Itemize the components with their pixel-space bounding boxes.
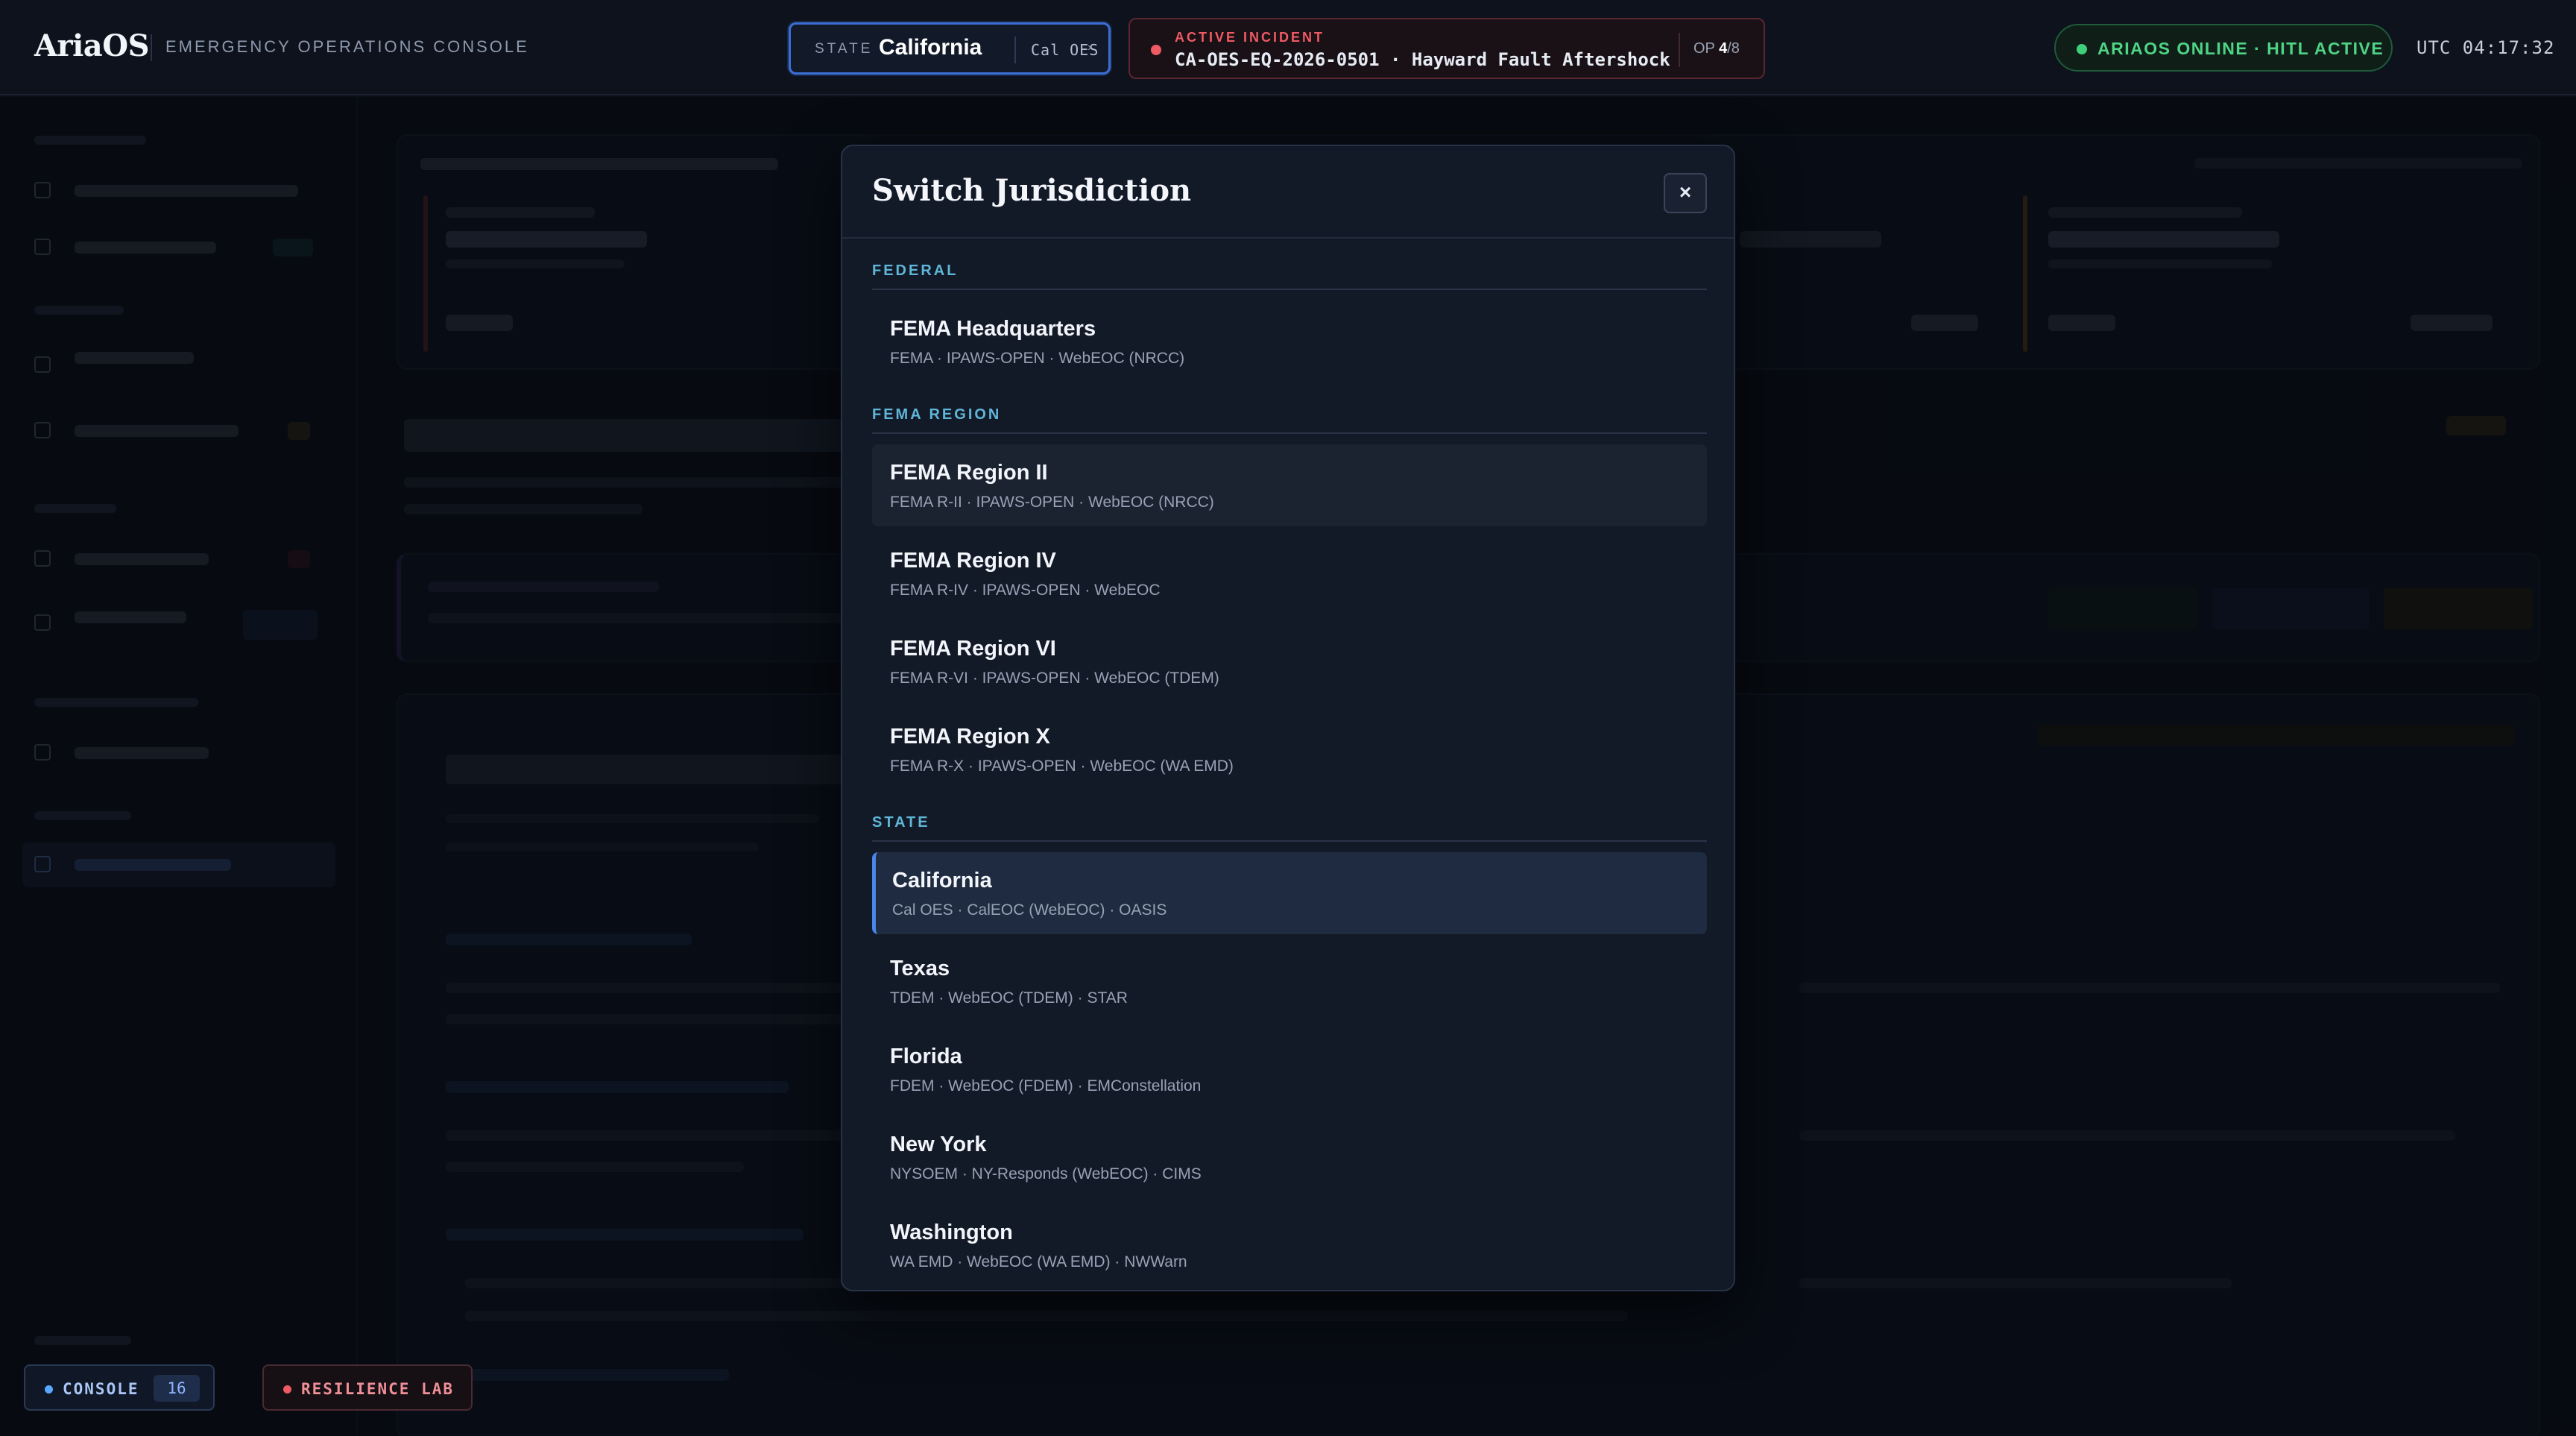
chevron-right-icon: › (1087, 41, 1092, 54)
utc-clock: UTC 04:17:32 (2416, 37, 2555, 58)
option-name: FEMA Region IV (890, 549, 1056, 573)
jurisdiction-option-fema-region-ii[interactable]: FEMA Region II FEMA R-II · IPAWS-OPEN · … (872, 444, 1707, 526)
option-name: California (892, 869, 992, 892)
jurisdiction-list: FEDERAL FEMA Headquarters FEMA · IPAWS-O… (872, 239, 1707, 1290)
console-label: CONSOLE (63, 1380, 139, 1398)
jurisdiction-option-florida[interactable]: Florida FDEM · WebEOC (FDEM) · EMConstel… (872, 1028, 1707, 1110)
option-meta: TDEM · WebEOC (TDEM) · STAR (890, 989, 1128, 1007)
option-name: New York (890, 1133, 987, 1156)
close-icon[interactable]: × (1664, 173, 1707, 213)
console-dot (45, 1385, 53, 1394)
jurisdiction-option-new-york[interactable]: New York NYSOEM · NY-Responds (WebEOC) ·… (872, 1116, 1707, 1198)
option-meta: FEMA R-VI · IPAWS-OPEN · WebEOC (TDEM) (890, 670, 1219, 687)
jurisdiction-option-washington[interactable]: Washington WA EMD · WebEOC (WA EMD) · NW… (872, 1204, 1707, 1286)
console-button[interactable]: CONSOLE 16 (24, 1364, 215, 1411)
active-incident-banner[interactable]: ACTIVE INCIDENT CA-OES-EQ-2026-0501 · Ha… (1128, 18, 1765, 79)
option-meta: NYSOEM · NY-Responds (WebEOC) · CIMS (890, 1165, 1202, 1183)
state-value: California (879, 35, 982, 60)
option-name: FEMA Headquarters (890, 317, 1096, 341)
option-name: FEMA Region VI (890, 637, 1056, 661)
jurisdiction-option-california[interactable]: California Cal OES · CalEOC (WebEOC) · O… (872, 852, 1707, 934)
op-period: OP 4/8 (1693, 40, 1740, 57)
option-name: Florida (890, 1045, 962, 1068)
jurisdiction-option-fema-region-vi[interactable]: FEMA Region VI FEMA R-VI · IPAWS-OPEN · … (872, 620, 1707, 702)
resilience-lab-label: RESILIENCE LAB (301, 1380, 455, 1398)
state-divider (1014, 37, 1016, 63)
console-count-badge: 16 (154, 1375, 200, 1402)
option-name: Washington (890, 1221, 1013, 1244)
incident-value: CA-OES-EQ-2026-0501 · Hayward Fault Afte… (1175, 49, 1670, 70)
group-caption-fema-region: FEMA REGION (872, 382, 1707, 434)
incident-divider (1679, 33, 1680, 67)
jurisdiction-option-fema-hq[interactable]: FEMA Headquarters FEMA · IPAWS-OPEN · We… (872, 300, 1707, 382)
state-label: STATE (815, 41, 874, 57)
system-status-badge: ARIAOS ONLINE · HITL ACTIVE (2054, 24, 2393, 72)
option-meta: Cal OES · CalEOC (WebEOC) · OASIS (892, 901, 1167, 919)
app-subtitle: EMERGENCY OPERATIONS CONSOLE (165, 37, 529, 56)
incident-label: ACTIVE INCIDENT (1175, 30, 1325, 45)
option-meta: FEMA R-X · IPAWS-OPEN · WebEOC (WA EMD) (890, 758, 1234, 775)
option-meta: FEMA R-IV · IPAWS-OPEN · WebEOC (890, 582, 1161, 599)
jurisdiction-option-fema-region-iv[interactable]: FEMA Region IV FEMA R-IV · IPAWS-OPEN · … (872, 532, 1707, 614)
option-meta: FDEM · WebEOC (FDEM) · EMConstellation (890, 1077, 1202, 1095)
option-name: FEMA Region X (890, 725, 1050, 749)
system-status-text: ARIAOS ONLINE · HITL ACTIVE (2097, 39, 2384, 58)
option-meta: FEMA R-II · IPAWS-OPEN · WebEOC (NRCC) (890, 494, 1214, 511)
top-bar: AriaOS EMERGENCY OPERATIONS CONSOLE STAT… (0, 0, 2576, 95)
option-meta: WA EMD · WebEOC (WA EMD) · NWWarn (890, 1253, 1187, 1270)
jurisdiction-option-texas[interactable]: Texas TDEM · WebEOC (TDEM) · STAR (872, 940, 1707, 1022)
group-caption-federal: FEDERAL (872, 239, 1707, 290)
group-caption-state: STATE (872, 790, 1707, 842)
option-name: FEMA Region II (890, 461, 1048, 485)
app-logo: AriaOS (34, 28, 149, 63)
modal-title: Switch Jurisdiction (872, 173, 1192, 208)
brand-divider (151, 34, 152, 61)
online-dot (2077, 44, 2087, 54)
resilience-lab-button[interactable]: RESILIENCE LAB (262, 1364, 473, 1411)
state-selector-button[interactable]: STATE California Cal OES › (789, 22, 1111, 75)
jurisdiction-option-fema-region-x[interactable]: FEMA Region X FEMA R-X · IPAWS-OPEN · We… (872, 708, 1707, 790)
switch-jurisdiction-modal: Switch Jurisdiction × FEDERAL FEMA Headq… (841, 145, 1735, 1291)
option-name: Texas (890, 957, 950, 980)
option-meta: FEMA · IPAWS-OPEN · WebEOC (NRCC) (890, 350, 1185, 367)
lab-dot (283, 1385, 291, 1394)
incident-status-dot (1151, 45, 1161, 55)
modal-header: Switch Jurisdiction × (842, 146, 1734, 239)
